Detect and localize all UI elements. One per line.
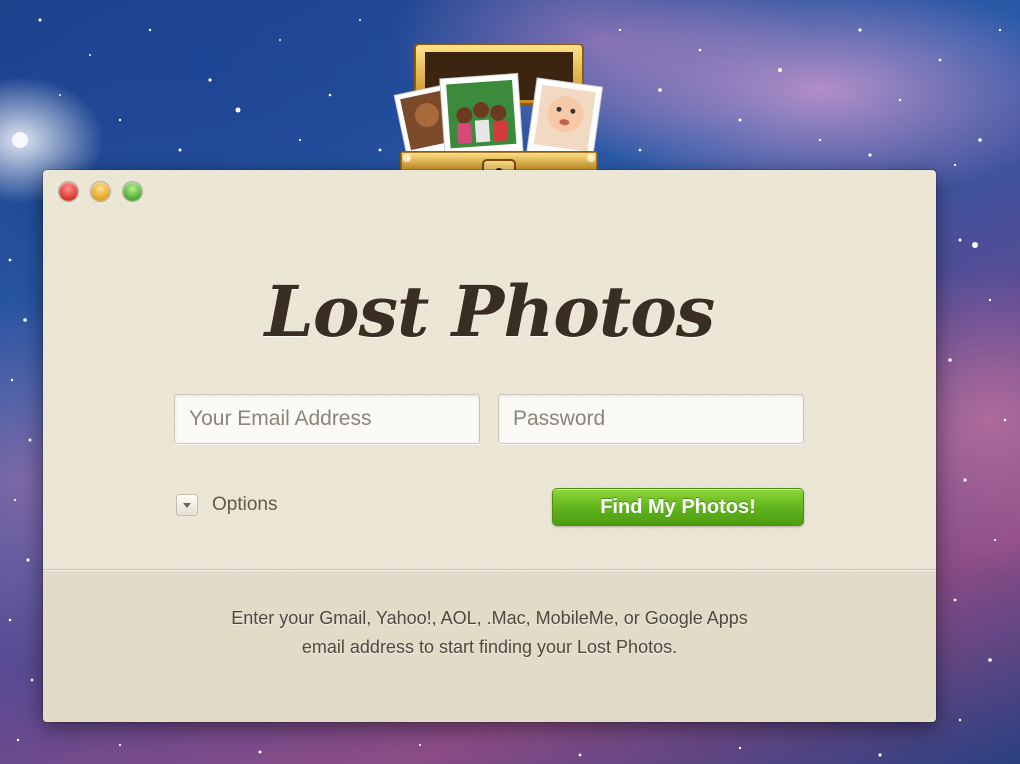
email-field[interactable] [174,394,480,444]
zoom-button[interactable] [123,182,142,201]
find-my-photos-button[interactable]: Find My Photos! [552,488,804,526]
footer-instructions-line-2: email address to start finding your Lost… [301,637,678,657]
close-button[interactable] [59,182,78,201]
footer-instructions: Enter your Gmail, Yahoo!, AOL, .Mac, Mob… [43,604,936,662]
app-title: Lost Photos [264,270,716,353]
password-field[interactable] [498,394,804,444]
footer-instructions-line-1: Enter your Gmail, Yahoo!, AOL, .Mac, Mob… [231,608,748,628]
options-disclosure[interactable]: Options [176,494,277,516]
options-label: Options [212,494,278,515]
minimize-button[interactable] [91,182,110,201]
window-controls [59,182,142,201]
chevron-down-icon [183,502,191,508]
app-window: Lost Photos Options Find My Photos! Ente… [43,170,936,722]
footer-panel: Enter your Gmail, Yahoo!, AOL, .Mac, Mob… [43,569,936,722]
options-toggle-button[interactable] [176,494,198,516]
